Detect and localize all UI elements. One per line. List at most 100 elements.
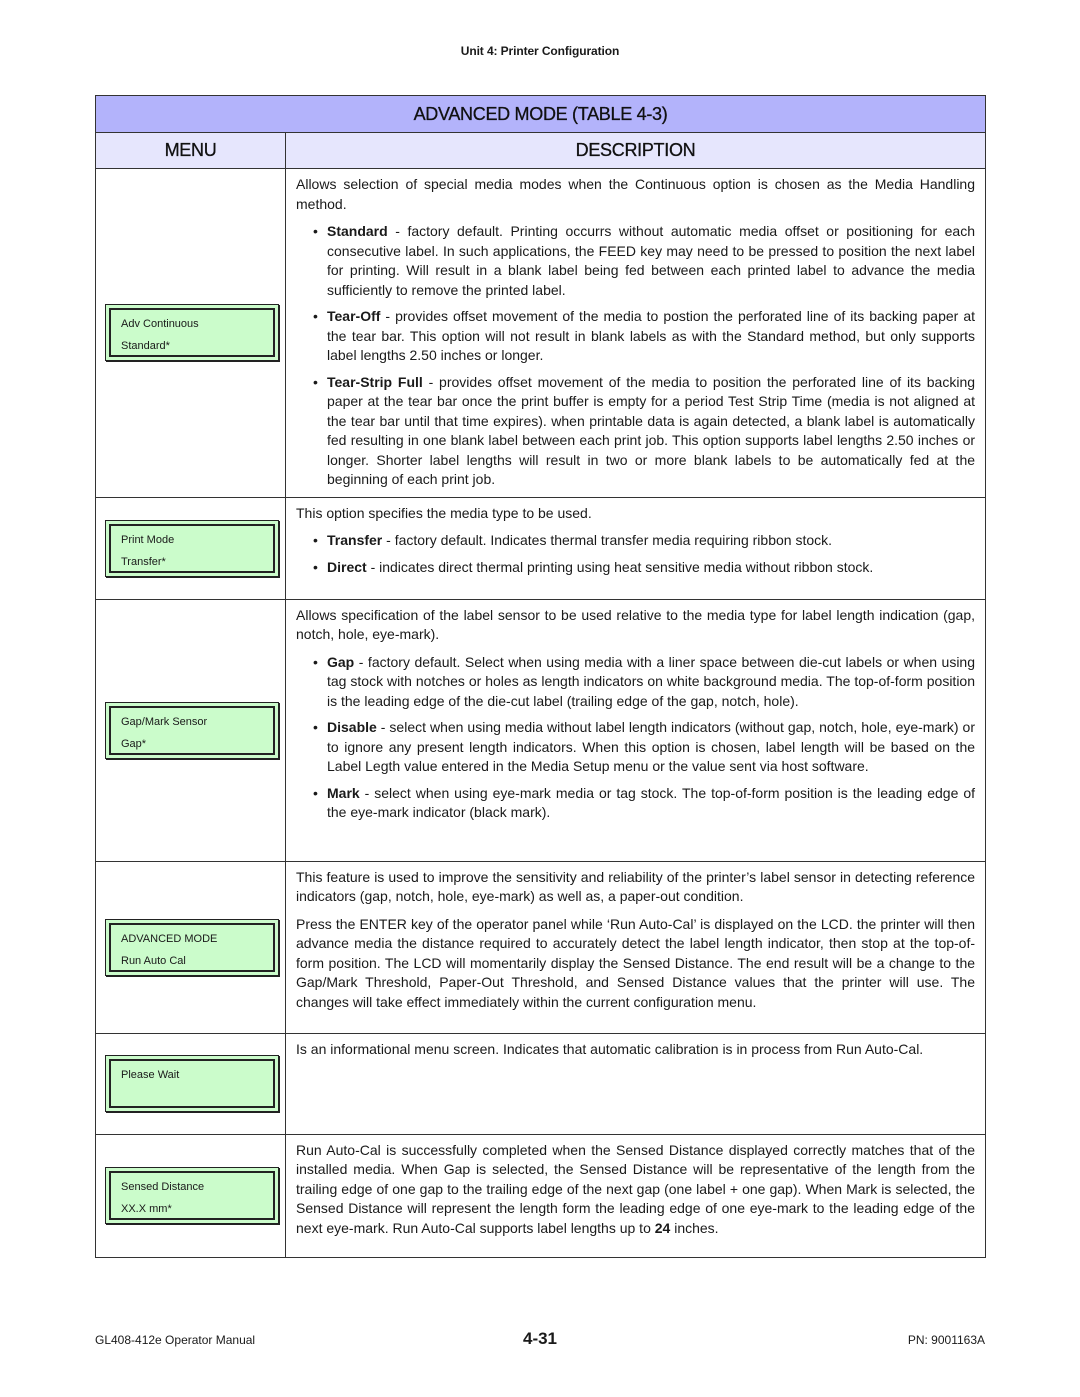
- bullet-icon: •: [313, 558, 318, 575]
- lcd-screen: Gap/Mark Sensor Gap*: [109, 705, 275, 755]
- option-item: • Tear-Off - provides offset movement of …: [296, 307, 975, 366]
- lcd-line-1: Gap/Mark Sensor: [121, 715, 208, 728]
- table-row: Print Mode Transfer* This option specifi…: [95, 496, 987, 600]
- page-footer: GL408-412e Operator Manual 4-31 PN: 9001…: [95, 1329, 985, 1351]
- table-title-text: ADVANCED MODE (TABLE 4-3): [413, 103, 668, 124]
- option-list: • Transfer - factory default. Indicates t…: [296, 531, 975, 577]
- lcd-display: Adv Continuous Standard*: [105, 304, 279, 362]
- column-header-description: DESCRIPTION: [284, 132, 987, 169]
- lcd-screen: Print Mode Transfer*: [109, 523, 275, 573]
- description-cell: Run Auto-Cal is successfully completed w…: [284, 1133, 987, 1258]
- column-header-description-text: DESCRIPTION: [575, 140, 696, 160]
- option-text: - provides offset movement of the media …: [327, 308, 976, 363]
- advanced-mode-table: ADVANCED MODE (TABLE 4-3) MENU DESCRIPTI…: [94, 95, 987, 1258]
- lcd-line-2: Run Auto Cal: [121, 954, 186, 967]
- option-text: - factory default. Indicates thermal tra…: [382, 532, 833, 548]
- description-intro: Allows selection of special media modes …: [296, 176, 976, 212]
- option-text: - provides offset movement of the media …: [327, 373, 976, 488]
- page-number: 4-31: [522, 1329, 558, 1348]
- option-item: • Transfer - factory default. Indicates t…: [296, 531, 975, 551]
- menu-cell: ADVANCED MODE Run Auto Cal: [95, 860, 286, 1034]
- menu-cell: Adv Continuous Standard*: [95, 168, 286, 498]
- option-text: - factory default. Printing occurrs with…: [327, 223, 976, 298]
- lcd-line-1: ADVANCED MODE: [121, 932, 218, 945]
- column-header-menu: MENU: [95, 132, 286, 169]
- option-text: - factory default. Select when using med…: [327, 653, 976, 709]
- option-list: • Gap - factory default. Select when usin…: [296, 653, 975, 823]
- lcd-screen: ADVANCED MODE Run Auto Cal: [109, 922, 275, 972]
- description-paragraph: Run Auto-Cal is successfully completed w…: [296, 1141, 975, 1239]
- menu-cell: Gap/Mark Sensor Gap*: [95, 598, 286, 862]
- option-term: Tear-Strip Full: [327, 373, 423, 390]
- bullet-icon: •: [313, 784, 318, 801]
- option-text: - select when using media without label …: [327, 719, 976, 774]
- option-list: • Standard - factory default. Printing oc…: [296, 222, 975, 490]
- description-cell: This feature is used to improve the sens…: [284, 860, 987, 1034]
- table-row: ADVANCED MODE Run Auto Cal This feature …: [95, 860, 987, 1034]
- lcd-line-2: Transfer*: [121, 555, 166, 568]
- option-item: • Mark - select when using eye-mark media…: [296, 784, 975, 823]
- option-term: Direct: [327, 558, 367, 575]
- menu-cell: Print Mode Transfer*: [95, 496, 286, 600]
- lcd-line-2: XX.X mm*: [121, 1203, 172, 1215]
- option-item: • Disable - select when using media witho…: [296, 718, 975, 777]
- column-header-row: MENU DESCRIPTION: [95, 132, 987, 169]
- paragraph-text: inches.: [670, 1219, 719, 1236]
- lcd-display: Please Wait: [105, 1055, 279, 1112]
- menu-cell: Please Wait: [95, 1032, 286, 1135]
- menu-cell: Sensed Distance XX.X mm*: [95, 1133, 286, 1258]
- description-intro: Allows specification of the label sensor…: [296, 606, 976, 643]
- option-term: Mark: [327, 784, 360, 801]
- lcd-screen: Adv Continuous Standard*: [109, 308, 275, 358]
- table-row: Sensed Distance XX.X mm* Run Auto-Cal is…: [95, 1133, 987, 1258]
- option-term: Gap: [327, 653, 355, 670]
- description-cell: Allows selection of special media modes …: [284, 168, 987, 498]
- option-item: • Gap - factory default. Select when usin…: [296, 653, 975, 712]
- table-title: ADVANCED MODE (TABLE 4-3): [94, 95, 987, 133]
- description-cell: This option specifies the media type to …: [284, 496, 987, 600]
- description-cell: Allows specification of the label sensor…: [284, 598, 987, 862]
- option-term: Transfer: [327, 532, 383, 548]
- option-term: Disable: [327, 719, 377, 735]
- lcd-line-2: Standard*: [121, 340, 170, 353]
- lcd-screen: Please Wait: [109, 1059, 275, 1108]
- description-intro: This option specifies the media type to …: [296, 504, 592, 521]
- lcd-display: Gap/Mark Sensor Gap*: [105, 701, 279, 759]
- bullet-icon: •: [313, 223, 318, 239]
- bullet-icon: •: [313, 532, 318, 548]
- bullet-icon: •: [313, 653, 318, 670]
- bullet-icon: •: [313, 719, 318, 735]
- lcd-screen: Sensed Distance XX.X mm*: [109, 1171, 275, 1220]
- table-row: Gap/Mark Sensor Gap* Allows specificatio…: [95, 598, 987, 862]
- table-title-row: ADVANCED MODE (TABLE 4-3): [94, 95, 987, 133]
- bullet-icon: •: [313, 373, 318, 390]
- lcd-line-1: Sensed Distance: [121, 1181, 205, 1193]
- max-length-value: 24: [654, 1219, 671, 1236]
- table-row: Adv Continuous Standard* Allows selectio…: [95, 168, 987, 498]
- option-text: - indicates direct thermal printing usin…: [366, 558, 874, 575]
- description-cell: Is an informational menu screen. Indicat…: [284, 1032, 987, 1135]
- advanced-mode-table-container: ADVANCED MODE (TABLE 4-3) MENU DESCRIPTI…: [94, 95, 987, 1258]
- description-paragraph: Press the ENTER key of the operator pane…: [296, 915, 976, 1010]
- option-item: • Standard - factory default. Printing oc…: [296, 222, 975, 300]
- option-item: • Direct - indicates direct thermal print…: [296, 558, 975, 578]
- lcd-line-1: Please Wait: [121, 1069, 180, 1081]
- lcd-display: Print Mode Transfer*: [105, 519, 279, 577]
- column-header-menu-text: MENU: [164, 140, 217, 160]
- option-term: Tear-Off: [327, 308, 381, 324]
- running-header: Unit 4: Printer Configuration: [460, 44, 620, 58]
- lcd-line-2: Gap*: [121, 737, 147, 750]
- paragraph-text: Run Auto-Cal is successfully completed w…: [296, 1141, 976, 1236]
- description-paragraph: This feature is used to improve the sens…: [296, 868, 976, 905]
- lcd-line-1: Print Mode: [121, 533, 175, 546]
- table-row: Please Wait Is an informational menu scr…: [95, 1032, 987, 1135]
- bullet-icon: •: [313, 308, 318, 324]
- lcd-display: Sensed Distance XX.X mm*: [105, 1167, 279, 1224]
- description-paragraph: Is an informational menu screen. Indicat…: [296, 1040, 924, 1057]
- lcd-display: ADVANCED MODE Run Auto Cal: [105, 918, 279, 976]
- option-item: • Tear-Strip Full - provides offset movem…: [296, 373, 975, 490]
- lcd-line-1: Adv Continuous: [121, 318, 199, 331]
- option-text: - select when using eye-mark media or ta…: [327, 784, 976, 821]
- option-term: Standard: [327, 223, 388, 239]
- part-number: PN: 9001163A: [907, 1333, 985, 1347]
